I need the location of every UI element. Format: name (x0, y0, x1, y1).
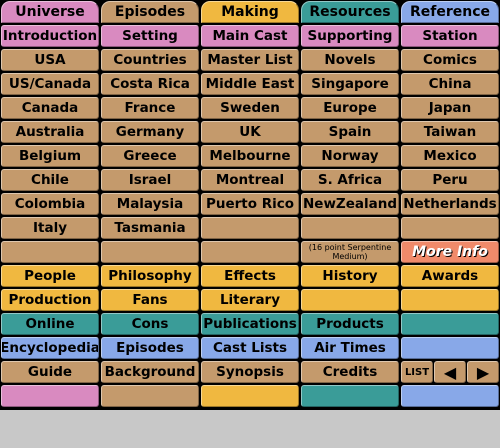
tab-resources[interactable]: Resources (301, 1, 399, 23)
nav-button-belgium[interactable]: Belgium (1, 145, 99, 167)
nav-button-newzealand[interactable]: NewZealand (301, 193, 399, 215)
nav-button-germany[interactable]: Germany (101, 121, 199, 143)
nav-button-singapore[interactable]: Singapore (301, 73, 399, 95)
nav-button-costa-rica[interactable]: Costa Rica (101, 73, 199, 95)
nav-button-norway[interactable]: Norway (301, 145, 399, 167)
nav-button-introduction[interactable]: Introduction (1, 25, 99, 47)
empty-cell (401, 289, 499, 311)
nav-button-philosophy[interactable]: Philosophy (101, 265, 199, 287)
nav-button-middle-east[interactable]: Middle East (201, 73, 299, 95)
nav-button-canada[interactable]: Canada (1, 97, 99, 119)
nav-button-peru[interactable]: Peru (401, 169, 499, 191)
nav-button-greece[interactable]: Greece (101, 145, 199, 167)
empty-cell (201, 241, 299, 263)
nav-button-master-list[interactable]: Master List (201, 49, 299, 71)
nav-button-japan[interactable]: Japan (401, 97, 499, 119)
left-arrow-icon[interactable]: ◀ (434, 361, 466, 383)
nav-button-fans[interactable]: Fans (101, 289, 199, 311)
nav-button-online[interactable]: Online (1, 313, 99, 335)
empty-cell (401, 313, 499, 335)
empty-cell (401, 385, 499, 407)
empty-cell (101, 385, 199, 407)
nav-button-melbourne[interactable]: Melbourne (201, 145, 299, 167)
navigation-grid: Universe Episodes Making Resources Reference… (0, 0, 500, 410)
nav-button-novels[interactable]: Novels (301, 49, 399, 71)
nav-button-publications[interactable]: Publications (201, 313, 299, 335)
nav-button-australia[interactable]: Australia (1, 121, 99, 143)
empty-cell (301, 289, 399, 311)
nav-button-taiwan[interactable]: Taiwan (401, 121, 499, 143)
nav-button-mexico[interactable]: Mexico (401, 145, 499, 167)
nav-button-puerto-rico[interactable]: Puerto Rico (201, 193, 299, 215)
empty-cell (401, 217, 499, 239)
nav-button-comics[interactable]: Comics (401, 49, 499, 71)
nav-button-supporting[interactable]: Supporting (301, 25, 399, 47)
list-button[interactable]: LIST (401, 361, 433, 383)
empty-cell (1, 385, 99, 407)
nav-button-europe[interactable]: Europe (301, 97, 399, 119)
empty-cell (301, 385, 399, 407)
nav-button-uk[interactable]: UK (201, 121, 299, 143)
empty-cell (201, 385, 299, 407)
nav-button-malaysia[interactable]: Malaysia (101, 193, 199, 215)
nav-button-products[interactable]: Products (301, 313, 399, 335)
nav-button-colombia[interactable]: Colombia (1, 193, 99, 215)
nav-button-encyclopedia[interactable]: Encyclopedia (1, 337, 99, 359)
nav-button-france[interactable]: France (101, 97, 199, 119)
nav-button-cons[interactable]: Cons (101, 313, 199, 335)
nav-button-countries[interactable]: Countries (101, 49, 199, 71)
nav-button-history[interactable]: History (301, 265, 399, 287)
tab-making[interactable]: Making (201, 1, 299, 23)
nav-button-synopsis[interactable]: Synopsis (201, 361, 299, 383)
nav-button-background[interactable]: Background (101, 361, 199, 383)
nav-button-netherlands[interactable]: Netherlands (401, 193, 499, 215)
empty-cell (201, 217, 299, 239)
nav-button-us-canada[interactable]: US/Canada (1, 73, 99, 95)
nav-button-usa[interactable]: USA (1, 49, 99, 71)
nav-button-montreal[interactable]: Montreal (201, 169, 299, 191)
tab-universe[interactable]: Universe (1, 1, 99, 23)
nav-button-air-times[interactable]: Air Times (301, 337, 399, 359)
nav-button-israel[interactable]: Israel (101, 169, 199, 191)
nav-button-s-africa[interactable]: S. Africa (301, 169, 399, 191)
nav-button-italy[interactable]: Italy (1, 217, 99, 239)
nav-button-effects[interactable]: Effects (201, 265, 299, 287)
nav-button-awards[interactable]: Awards (401, 265, 499, 287)
empty-cell (401, 337, 499, 359)
nav-button-station[interactable]: Station (401, 25, 499, 47)
nav-button-guide[interactable]: Guide (1, 361, 99, 383)
tab-reference[interactable]: Reference (401, 1, 499, 23)
nav-button-literary[interactable]: Literary (201, 289, 299, 311)
empty-cell (101, 241, 199, 263)
nav-button-main-cast[interactable]: Main Cast (201, 25, 299, 47)
nav-button-people[interactable]: People (1, 265, 99, 287)
nav-button-cast-lists[interactable]: Cast Lists (201, 337, 299, 359)
nav-button-spain[interactable]: Spain (301, 121, 399, 143)
nav-button-setting[interactable]: Setting (101, 25, 199, 47)
nav-button-tasmania[interactable]: Tasmania (101, 217, 199, 239)
nav-button-china[interactable]: China (401, 73, 499, 95)
right-arrow-icon[interactable]: ▶ (467, 361, 499, 383)
font-note: (16 point Serpentine Medium) (301, 241, 399, 263)
nav-button-credits[interactable]: Credits (301, 361, 399, 383)
empty-cell (1, 241, 99, 263)
tab-episodes[interactable]: Episodes (101, 1, 199, 23)
nav-button-episodes[interactable]: Episodes (101, 337, 199, 359)
empty-cell (301, 217, 399, 239)
nav-button-sweden[interactable]: Sweden (201, 97, 299, 119)
nav-button-chile[interactable]: Chile (1, 169, 99, 191)
more-info-button[interactable]: More Info (401, 241, 499, 263)
nav-button-production[interactable]: Production (1, 289, 99, 311)
